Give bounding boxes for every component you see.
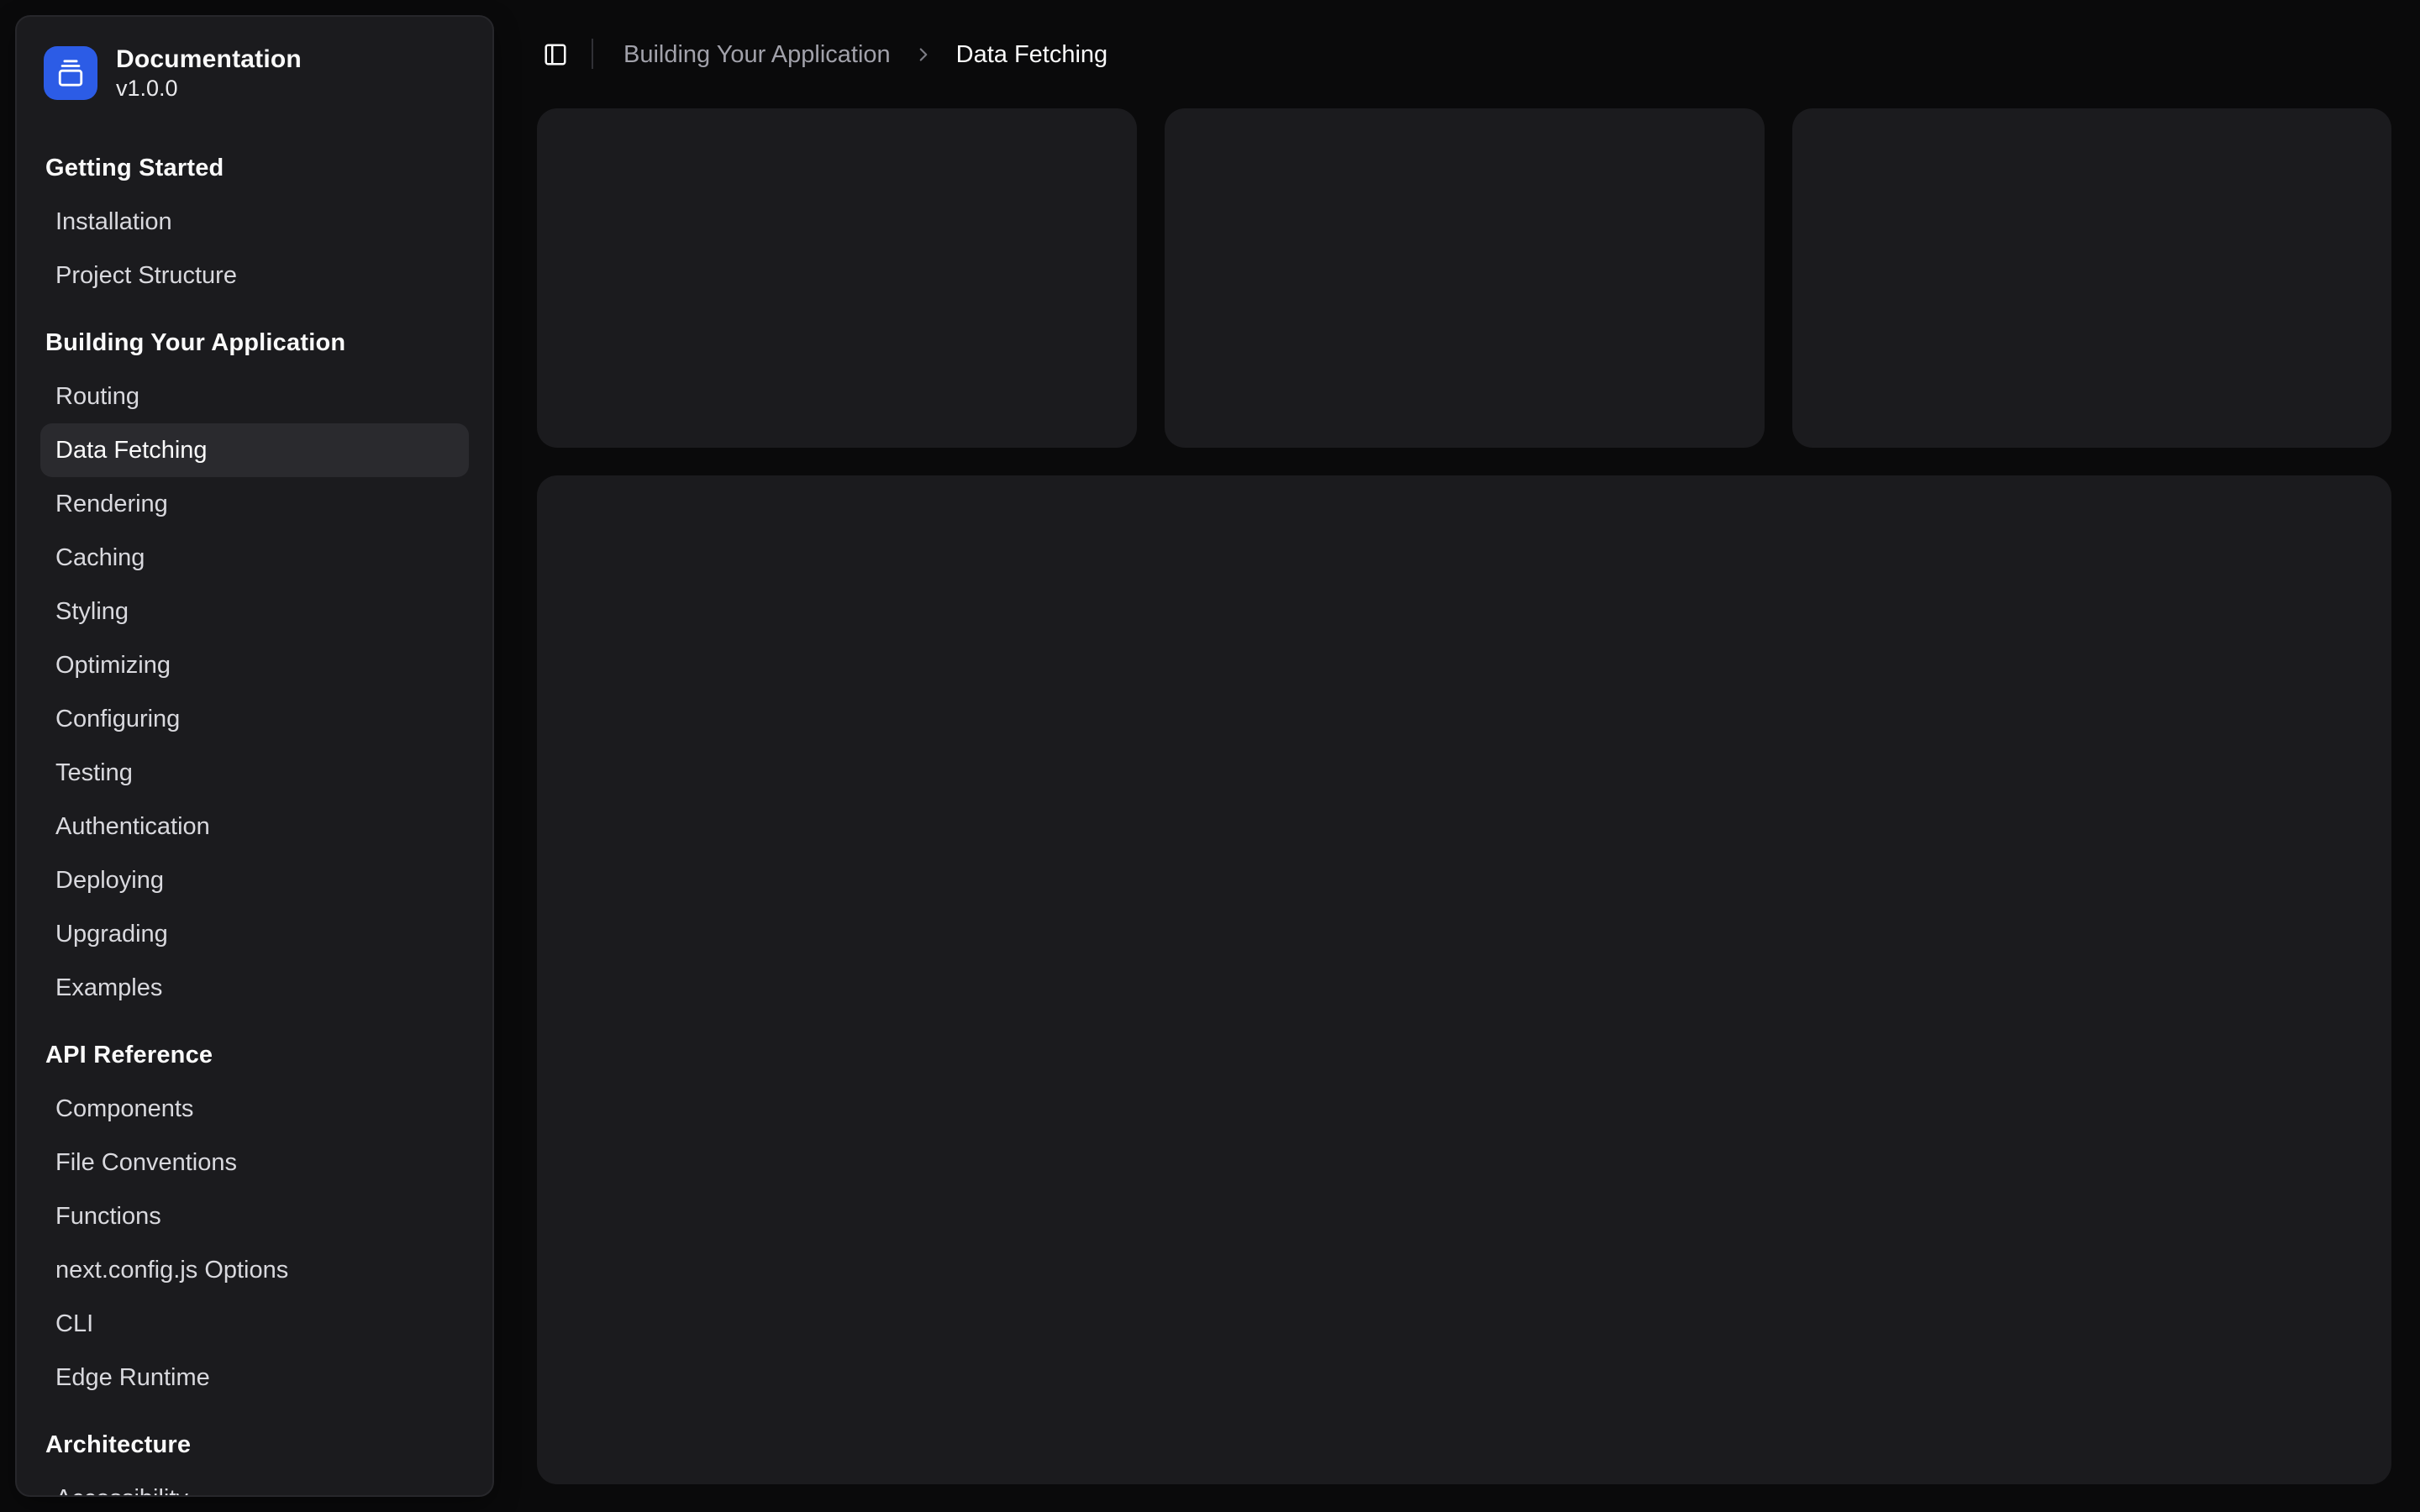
sidebar-group-getting-started: Getting StartedInstallationProject Struc… bbox=[40, 141, 469, 302]
sidebar-item-upgrading[interactable]: Upgrading bbox=[40, 907, 469, 961]
chevron-right-icon bbox=[913, 44, 934, 66]
sidebar-item-accessibility[interactable]: Accessibility bbox=[40, 1472, 469, 1497]
sidebar-item-installation[interactable]: Installation bbox=[40, 195, 469, 249]
app-logo-button[interactable] bbox=[44, 46, 97, 100]
breadcrumb-parent-link[interactable]: Building Your Application bbox=[623, 41, 891, 69]
sidebar-item-caching[interactable]: Caching bbox=[40, 531, 469, 585]
sidebar-item-functions[interactable]: Functions bbox=[40, 1189, 469, 1243]
header-separator bbox=[592, 39, 593, 69]
sidebar-item-routing[interactable]: Routing bbox=[40, 370, 469, 423]
sidebar-header: Documentation v1.0.0 bbox=[17, 17, 492, 102]
gallery-vertical-end-icon bbox=[56, 59, 85, 87]
sidebar-item-project-structure[interactable]: Project Structure bbox=[40, 249, 469, 302]
sidebar-group-label: Building Your Application bbox=[40, 316, 469, 370]
sidebar: Documentation v1.0.0 Getting StartedInst… bbox=[15, 15, 494, 1497]
breadcrumb: Building Your Application Data Fetching bbox=[623, 37, 1107, 72]
sidebar-item-next-config-js-options[interactable]: next.config.js Options bbox=[40, 1243, 469, 1297]
sidebar-item-styling[interactable]: Styling bbox=[40, 585, 469, 638]
sidebar-item-edge-runtime[interactable]: Edge Runtime bbox=[40, 1351, 469, 1404]
sidebar-item-file-conventions[interactable]: File Conventions bbox=[40, 1136, 469, 1189]
sidebar-nav: Getting StartedInstallationProject Struc… bbox=[17, 141, 492, 1497]
sidebar-item-configuring[interactable]: Configuring bbox=[40, 692, 469, 746]
app-identity: Documentation v1.0.0 bbox=[116, 44, 302, 102]
sidebar-item-data-fetching[interactable]: Data Fetching bbox=[40, 423, 469, 477]
sidebar-group-label: Architecture bbox=[40, 1418, 469, 1472]
sidebar-group-api-reference: API ReferenceComponentsFile ConventionsF… bbox=[40, 1028, 469, 1404]
sidebar-group-building-your-application: Building Your ApplicationRoutingData Fet… bbox=[40, 316, 469, 1015]
sidebar-group-label: API Reference bbox=[40, 1028, 469, 1082]
sidebar-group-label: Getting Started bbox=[40, 141, 469, 195]
sidebar-item-deploying[interactable]: Deploying bbox=[40, 853, 469, 907]
sidebar-item-testing[interactable]: Testing bbox=[40, 746, 469, 800]
sidebar-item-cli[interactable]: CLI bbox=[40, 1297, 469, 1351]
app-version: v1.0.0 bbox=[116, 75, 302, 102]
sidebar-item-rendering[interactable]: Rendering bbox=[40, 477, 469, 531]
sidebar-item-examples[interactable]: Examples bbox=[40, 961, 469, 1015]
breadcrumb-current-page: Data Fetching bbox=[956, 41, 1108, 69]
sidebar-item-authentication[interactable]: Authentication bbox=[40, 800, 469, 853]
content-panel-placeholder bbox=[537, 475, 2391, 1484]
placeholder-card-3 bbox=[1792, 108, 2391, 448]
placeholder-card-1 bbox=[537, 108, 1137, 448]
placeholder-card-2 bbox=[1165, 108, 1765, 448]
sidebar-toggle-button[interactable] bbox=[538, 37, 573, 72]
sidebar-item-components[interactable]: Components bbox=[40, 1082, 469, 1136]
panel-left-icon bbox=[543, 42, 568, 67]
app-title: Documentation bbox=[116, 44, 302, 75]
sidebar-item-optimizing[interactable]: Optimizing bbox=[40, 638, 469, 692]
sidebar-group-architecture: ArchitectureAccessibility bbox=[40, 1418, 469, 1497]
